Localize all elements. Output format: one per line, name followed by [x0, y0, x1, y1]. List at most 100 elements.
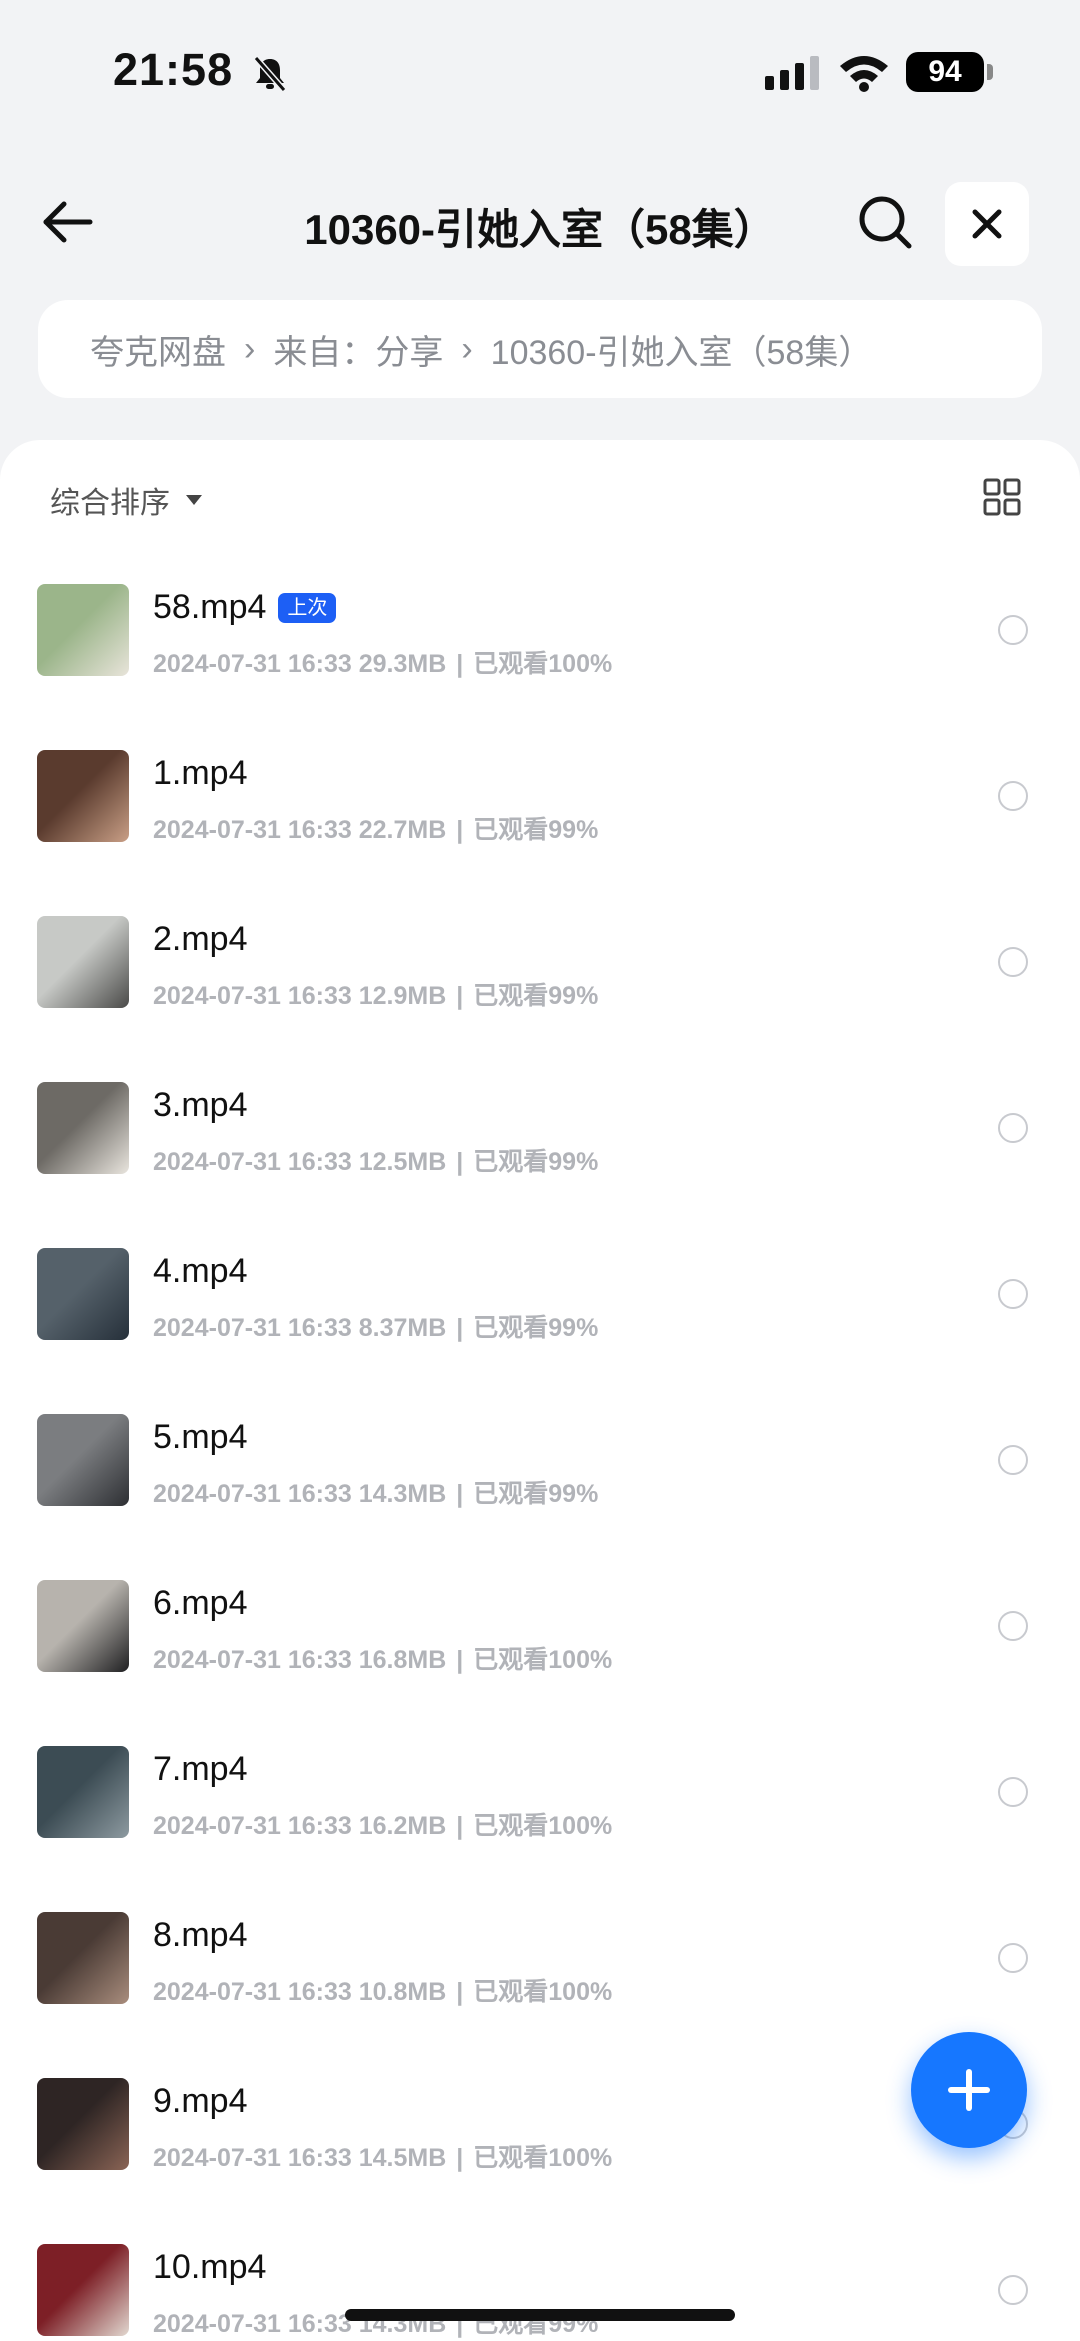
sort-dropdown[interactable]: 综合排序	[50, 478, 202, 522]
video-thumbnail	[37, 2078, 129, 2170]
breadcrumb-item-share[interactable]: 来自：分享	[273, 325, 443, 374]
file-row[interactable]: 5.mp4 2024-07-31 16:33 14.3MB | 已观看99%	[0, 1380, 1080, 1546]
watch-progress: 已观看99%	[473, 1314, 599, 1342]
file-meta: 2024-07-31 16:33 14.3MB | 已观看99%	[153, 1474, 598, 1510]
file-row[interactable]: 8.mp4 2024-07-31 16:33 10.8MB | 已观看100%	[0, 1878, 1080, 2044]
file-date: 2024-07-31 16:33	[153, 1480, 352, 1508]
breadcrumb-item-root[interactable]: 夸克网盘	[90, 325, 226, 374]
video-thumbnail	[37, 2244, 129, 2336]
file-size: 16.8MB	[358, 1646, 447, 1674]
file-name: 7.mp4	[153, 1750, 248, 1788]
grid-view-icon[interactable]	[983, 478, 1021, 516]
file-meta: 2024-07-31 16:33 22.7MB | 已观看99%	[153, 810, 598, 846]
select-radio[interactable]	[998, 1279, 1028, 1309]
file-row[interactable]: 6.mp4 2024-07-31 16:33 16.8MB | 已观看100%	[0, 1546, 1080, 1712]
select-radio[interactable]	[998, 1777, 1028, 1807]
file-name: 3.mp4	[153, 1086, 248, 1124]
video-thumbnail	[37, 916, 129, 1008]
meta-divider: |	[456, 1314, 464, 1342]
sort-label: 综合排序	[50, 487, 170, 520]
breadcrumb: 夸克网盘 › 来自：分享 › 10360-引她入室（58集）	[38, 300, 1042, 398]
file-name: 5.mp4	[153, 1418, 248, 1456]
cellular-signal-icon	[765, 56, 819, 90]
file-name-line: 2.mp4	[153, 920, 248, 959]
last-watched-badge: 上次	[278, 592, 337, 623]
watch-progress: 已观看100%	[473, 650, 613, 678]
file-row[interactable]: 1.mp4 2024-07-31 16:33 22.7MB | 已观看99%	[0, 716, 1080, 882]
select-radio[interactable]	[998, 1611, 1028, 1641]
close-button[interactable]	[945, 182, 1029, 266]
video-thumbnail	[37, 1912, 129, 2004]
file-row[interactable]: 10.mp4 2024-07-31 16:33 14.3MB | 已观看99%	[0, 2210, 1080, 2341]
file-meta: 2024-07-31 16:33 10.8MB | 已观看100%	[153, 1972, 612, 2008]
file-date: 2024-07-31 16:33	[153, 650, 352, 678]
file-name-line: 1.mp4	[153, 754, 248, 793]
meta-divider: |	[456, 1646, 464, 1674]
home-indicator[interactable]	[345, 2309, 735, 2321]
file-date: 2024-07-31 16:33	[153, 1978, 352, 2006]
file-size: 16.2MB	[358, 1812, 447, 1840]
file-size: 10.8MB	[358, 1978, 447, 2006]
video-thumbnail	[37, 1082, 129, 1174]
file-name: 58.mp4	[153, 588, 267, 626]
file-date: 2024-07-31 16:33	[153, 2144, 352, 2172]
file-name: 1.mp4	[153, 754, 248, 792]
battery-indicator: 94	[906, 52, 984, 92]
meta-divider: |	[456, 1480, 464, 1508]
meta-divider: |	[456, 982, 464, 1010]
select-radio[interactable]	[998, 781, 1028, 811]
file-size: 12.9MB	[358, 982, 447, 1010]
select-radio[interactable]	[998, 1943, 1028, 1973]
file-row[interactable]: 58.mp4 上次 2024-07-31 16:33 29.3MB | 已观看100%	[0, 550, 1080, 716]
video-thumbnail	[37, 1746, 129, 1838]
file-name-line: 5.mp4	[153, 1418, 248, 1457]
chevron-right-icon: ›	[244, 329, 256, 368]
video-thumbnail	[37, 1414, 129, 1506]
file-name-line: 10.mp4	[153, 2248, 266, 2287]
select-radio[interactable]	[998, 947, 1028, 977]
breadcrumb-item-current: 10360-引她入室（58集）	[490, 333, 873, 372]
file-meta: 2024-07-31 16:33 29.3MB | 已观看100%	[153, 644, 612, 680]
file-name: 6.mp4	[153, 1584, 248, 1622]
select-radio[interactable]	[998, 615, 1028, 645]
file-row[interactable]: 3.mp4 2024-07-31 16:33 12.5MB | 已观看99%	[0, 1048, 1080, 1214]
file-row[interactable]: 7.mp4 2024-07-31 16:33 16.2MB | 已观看100%	[0, 1712, 1080, 1878]
video-thumbnail	[37, 584, 129, 676]
file-meta: 2024-07-31 16:33 14.5MB | 已观看100%	[153, 2138, 612, 2174]
video-thumbnail	[37, 750, 129, 842]
search-icon[interactable]	[855, 192, 915, 252]
battery-tip	[987, 64, 993, 80]
file-name: 8.mp4	[153, 1916, 248, 1954]
file-meta: 2024-07-31 16:33 16.2MB | 已观看100%	[153, 1806, 612, 1842]
watch-progress: 已观看99%	[473, 982, 599, 1010]
close-icon	[972, 209, 1002, 239]
meta-divider: |	[456, 1812, 464, 1840]
silent-bell-icon	[253, 56, 287, 92]
meta-divider: |	[456, 2144, 464, 2172]
file-row[interactable]: 4.mp4 2024-07-31 16:33 8.37MB | 已观看99%	[0, 1214, 1080, 1380]
file-name-line: 6.mp4	[153, 1584, 248, 1623]
file-name-line: 3.mp4	[153, 1086, 248, 1125]
select-radio[interactable]	[998, 1113, 1028, 1143]
watch-progress: 已观看99%	[473, 816, 599, 844]
watch-progress: 已观看99%	[473, 1148, 599, 1176]
file-meta: 2024-07-31 16:33 8.37MB | 已观看99%	[153, 1308, 598, 1344]
add-button[interactable]	[911, 2032, 1027, 2148]
file-row[interactable]: 2.mp4 2024-07-31 16:33 12.9MB | 已观看99%	[0, 882, 1080, 1048]
page-title: 10360-引她入室（58集）	[304, 206, 776, 253]
meta-divider: |	[456, 1148, 464, 1176]
file-date: 2024-07-31 16:33	[153, 1148, 352, 1176]
watch-progress: 已观看100%	[473, 2144, 613, 2172]
caret-down-icon	[186, 495, 202, 505]
watch-progress: 已观看99%	[473, 1480, 599, 1508]
select-radio[interactable]	[998, 1445, 1028, 1475]
file-date: 2024-07-31 16:33	[153, 1646, 352, 1674]
file-name-line: 8.mp4	[153, 1916, 248, 1955]
file-list-panel: 综合排序 58.mp4 上次 2024-07-31 16:33 29.3MB | 已观看…	[0, 440, 1080, 2341]
file-size: 22.7MB	[358, 816, 447, 844]
watch-progress: 已观看100%	[473, 1646, 613, 1674]
file-name-line: 4.mp4	[153, 1252, 248, 1291]
select-radio[interactable]	[998, 2275, 1028, 2305]
file-date: 2024-07-31 16:33	[153, 816, 352, 844]
file-size: 14.5MB	[358, 2144, 447, 2172]
